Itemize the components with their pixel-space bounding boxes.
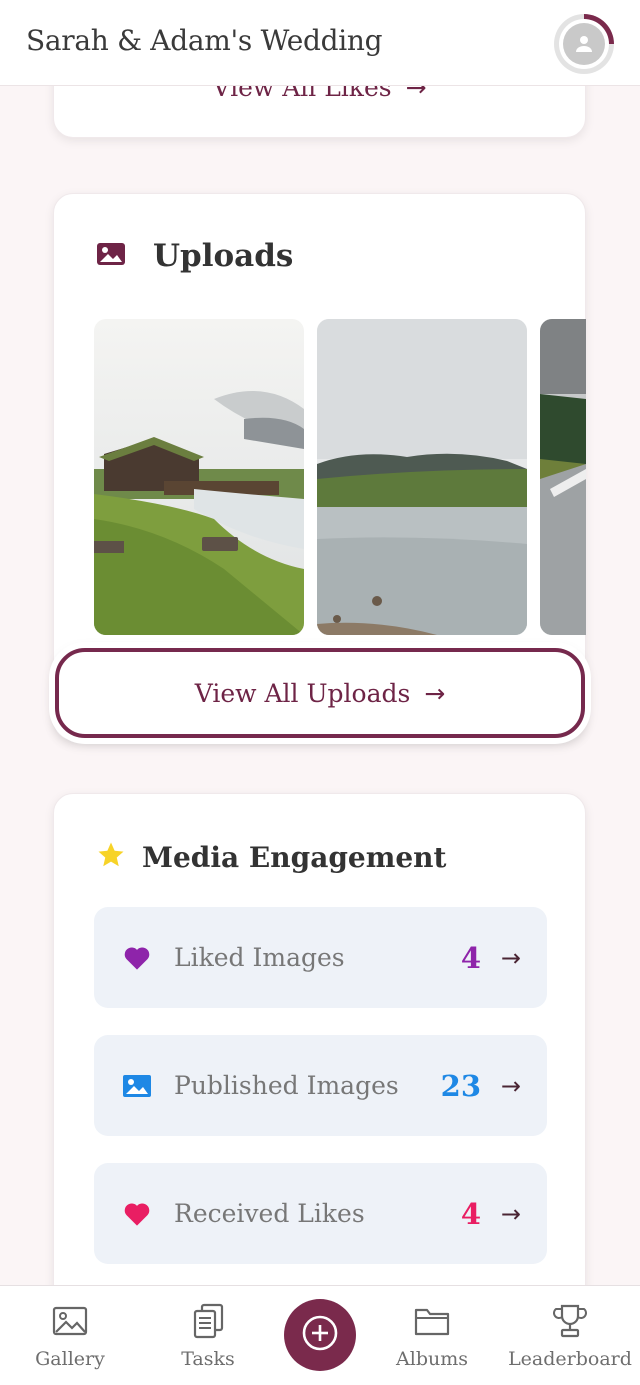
arrow-right-icon: → [424, 678, 446, 708]
profile-avatar-button[interactable] [554, 14, 614, 74]
liked-images-row[interactable]: Liked Images 4 → [94, 907, 547, 1008]
published-images-row[interactable]: Published Images 23 → [94, 1035, 547, 1136]
nav-tasks[interactable]: Tasks [138, 1286, 278, 1385]
app-screen: Sarah & Adam's Wedding View All Likes→ [0, 0, 640, 1385]
red-heart-icon [122, 1199, 152, 1229]
user-avatar-icon [563, 23, 605, 65]
uploads-header: Uploads [96, 238, 293, 274]
published-images-label: Published Images [174, 1071, 399, 1100]
liked-images-label: Liked Images [174, 943, 345, 972]
upload-photo[interactable] [317, 319, 527, 635]
engagement-title: Media Engagement [142, 840, 447, 874]
event-title: Sarah & Adam's Wedding [26, 24, 383, 57]
media-engagement-card: Media Engagement Liked Images 4 → Publis… [53, 793, 586, 1353]
add-icon [300, 1313, 340, 1357]
trophy-icon [550, 1302, 590, 1340]
engagement-header: Media Engagement [96, 840, 446, 874]
purple-heart-icon [122, 943, 152, 973]
published-images-count: 23 [440, 1068, 481, 1103]
folder-icon [412, 1302, 452, 1340]
view-all-uploads-button[interactable]: View All Uploads → [55, 648, 585, 738]
nav-albums[interactable]: Albums [362, 1286, 502, 1385]
received-likes-count: 4 [460, 1196, 481, 1231]
app-header: Sarah & Adam's Wedding [0, 0, 640, 86]
upload-photo[interactable] [540, 319, 586, 635]
picture-icon [122, 1071, 152, 1101]
liked-images-count: 4 [460, 940, 481, 975]
uploads-carousel[interactable] [94, 319, 586, 635]
add-media-button[interactable] [284, 1299, 356, 1371]
arrow-right-icon: → [500, 1071, 521, 1100]
gallery-icon [50, 1302, 90, 1340]
arrow-right-icon: → [500, 1199, 521, 1228]
upload-photo[interactable] [94, 319, 304, 635]
received-likes-label: Received Likes [174, 1199, 365, 1228]
nav-leaderboard[interactable]: Leaderboard [500, 1286, 640, 1385]
star-icon [96, 840, 126, 874]
tasks-icon [188, 1302, 228, 1340]
received-likes-row[interactable]: Received Likes 4 → [94, 1163, 547, 1264]
image-icon [96, 241, 126, 271]
arrow-right-icon: → [500, 943, 521, 972]
uploads-title: Uploads [153, 238, 294, 274]
nav-gallery[interactable]: Gallery [0, 1286, 140, 1385]
